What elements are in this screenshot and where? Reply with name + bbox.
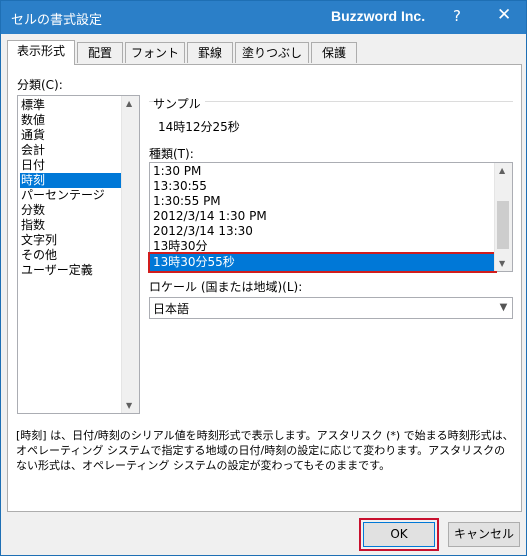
category-label: 分類(C): bbox=[17, 78, 63, 92]
scroll-down-icon[interactable]: ▼ bbox=[126, 401, 132, 410]
format-cells-dialog: セルの書式設定 Buzzword Inc. ? ✕ 表示形式 配置 フォント 罫… bbox=[0, 0, 527, 556]
number-format-panel: 分類(C): 標準 数値 通貨 会計 日付 時刻 パーセンテージ 分数 指数 文… bbox=[7, 64, 522, 512]
list-item[interactable]: パーセンテージ bbox=[20, 188, 121, 203]
ok-button[interactable]: OK bbox=[359, 518, 439, 551]
dialog-title: セルの書式設定 bbox=[11, 13, 103, 28]
tab-protection[interactable]: 保護 bbox=[311, 42, 357, 63]
list-item[interactable]: 数値 bbox=[20, 113, 121, 128]
scroll-up-icon[interactable]: ▲ bbox=[499, 166, 505, 175]
list-item-selected[interactable]: 時刻 bbox=[20, 173, 121, 188]
list-item[interactable]: 2012/3/14 13:30 bbox=[153, 224, 493, 239]
tab-border[interactable]: 罫線 bbox=[187, 42, 233, 63]
category-scrollbar[interactable]: ▲ ▼ bbox=[121, 96, 139, 413]
list-item[interactable]: 通貨 bbox=[20, 128, 121, 143]
chevron-down-icon[interactable]: ▼ bbox=[495, 298, 512, 318]
list-item[interactable]: 会計 bbox=[20, 143, 121, 158]
list-item[interactable]: 日付 bbox=[20, 158, 121, 173]
list-item[interactable]: 1:30:55 PM bbox=[153, 194, 493, 209]
help-button[interactable]: ? bbox=[453, 7, 461, 25]
list-item[interactable]: その他 bbox=[20, 248, 121, 263]
list-item[interactable]: 13時30分 bbox=[153, 239, 493, 254]
locale-value: 日本語 bbox=[153, 302, 190, 316]
sample-label: サンプル bbox=[153, 95, 205, 112]
locale-label: ロケール (国または地域)(L): bbox=[149, 280, 303, 294]
list-item[interactable]: 1:30 PM bbox=[153, 164, 493, 179]
close-button[interactable]: ✕ bbox=[497, 5, 511, 25]
description-text: [時刻] は、日付/時刻のシリアル値を時刻形式で表示します。アスタリスク (*)… bbox=[16, 429, 514, 472]
tab-number[interactable]: 表示形式 bbox=[7, 40, 75, 65]
scroll-thumb[interactable] bbox=[497, 201, 509, 249]
tab-fill[interactable]: 塗りつぶし bbox=[235, 42, 309, 63]
list-item[interactable]: ユーザー定義 bbox=[20, 263, 121, 278]
type-list[interactable]: 1:30 PM 13:30:55 1:30:55 PM 2012/3/14 1:… bbox=[148, 162, 513, 273]
list-item[interactable]: 2012/3/14 1:30 PM bbox=[153, 209, 493, 224]
list-item-selected[interactable]: 13時30分55秒 bbox=[148, 252, 497, 273]
brand-label: Buzzword Inc. bbox=[331, 8, 426, 24]
scroll-down-icon[interactable]: ▼ bbox=[499, 259, 505, 268]
list-item[interactable]: 13:30:55 bbox=[153, 179, 493, 194]
scroll-up-icon[interactable]: ▲ bbox=[126, 99, 132, 108]
cancel-button[interactable]: キャンセル bbox=[448, 522, 520, 547]
list-item[interactable]: 分数 bbox=[20, 203, 121, 218]
tab-font[interactable]: フォント bbox=[125, 42, 185, 63]
list-item[interactable]: 指数 bbox=[20, 218, 121, 233]
title-bar[interactable]: セルの書式設定 Buzzword Inc. ? ✕ bbox=[1, 1, 526, 34]
list-item[interactable]: 標準 bbox=[20, 98, 121, 113]
locale-select[interactable]: 日本語 ▼ bbox=[149, 297, 513, 319]
list-item[interactable]: 文字列 bbox=[20, 233, 121, 248]
tab-alignment[interactable]: 配置 bbox=[77, 42, 123, 63]
type-scrollbar[interactable]: ▲ ▼ bbox=[494, 163, 512, 271]
type-label: 種類(T): bbox=[149, 147, 194, 161]
sample-value: 14時12分25秒 bbox=[158, 120, 240, 134]
category-list[interactable]: 標準 数値 通貨 会計 日付 時刻 パーセンテージ 分数 指数 文字列 その他 … bbox=[17, 95, 140, 414]
